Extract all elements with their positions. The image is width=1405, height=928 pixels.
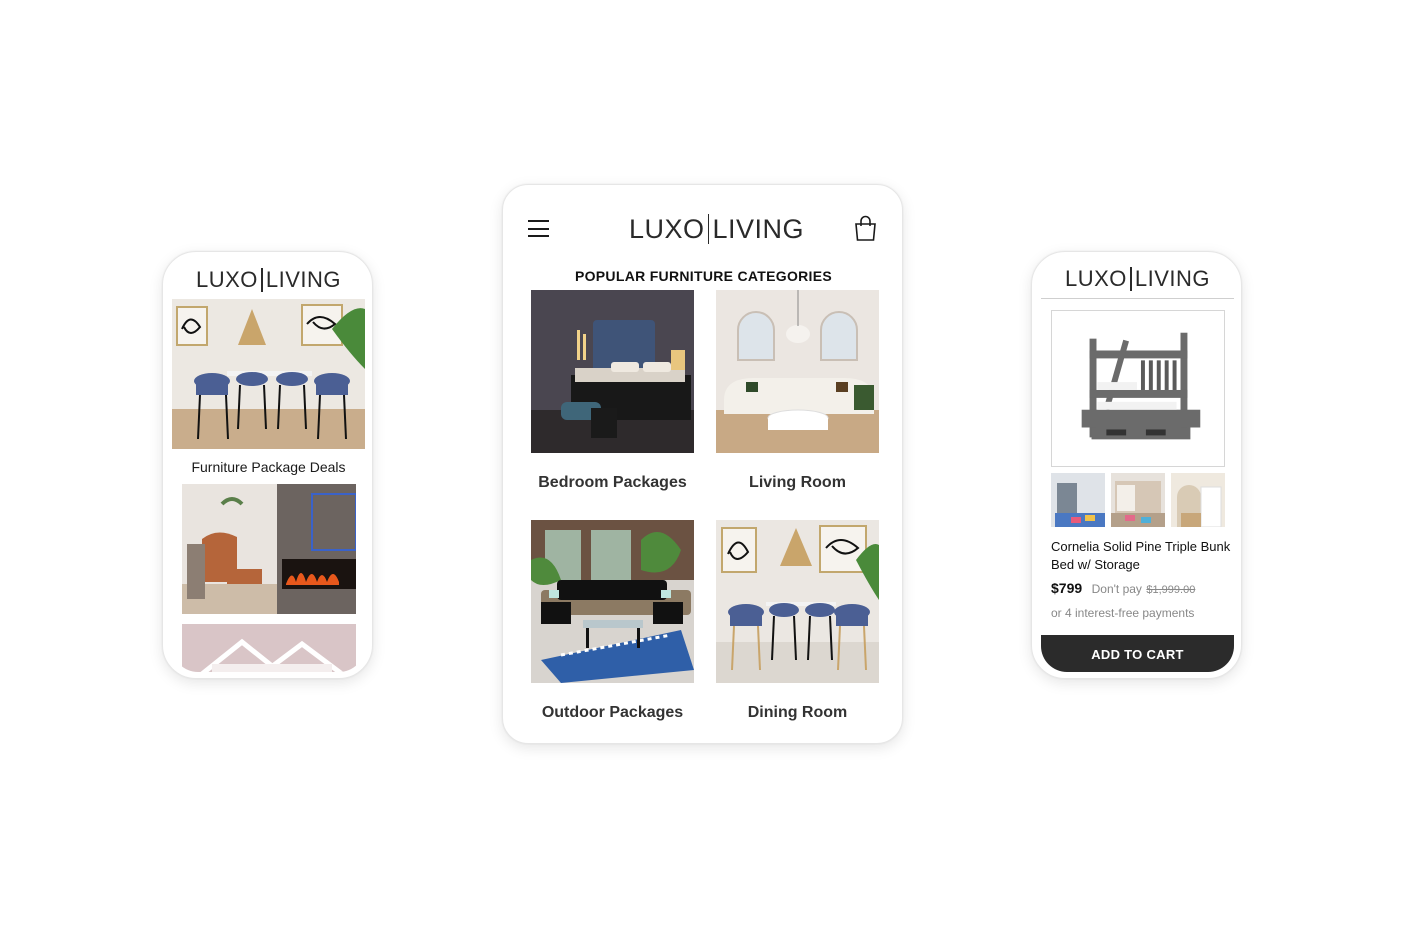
brand-logo[interactable]: LUXO LIVING xyxy=(1041,260,1234,299)
outdoor-image xyxy=(531,520,694,683)
bedroom-image xyxy=(531,290,694,453)
product-name: Cornelia Solid Pine Triple Bunk Bed w/ S… xyxy=(1051,539,1231,572)
logo-luxo-text: LUXO xyxy=(1064,266,1127,291)
dont-pay-label: Don't pay xyxy=(1091,582,1142,596)
product-price: $799 xyxy=(1051,580,1083,596)
dining-room-image[interactable] xyxy=(172,299,365,449)
living-room-image xyxy=(716,290,879,453)
category-label: Bedroom Packages xyxy=(538,474,687,491)
bunk-bed-thumb-2[interactable] xyxy=(1111,473,1165,527)
logo-divider xyxy=(707,214,710,244)
package-deals-title: Furniture Package Deals xyxy=(191,459,346,475)
original-price: $1,999.00 xyxy=(1146,584,1196,596)
left-phone-mockup: LUXO LIVING Furniture Package Deals xyxy=(162,251,373,679)
categories-heading: POPULAR FURNITURE CATEGORIES xyxy=(574,268,833,284)
logo-living-text: LIVING xyxy=(1134,266,1211,291)
brand-logo[interactable]: LUXO LIVING xyxy=(172,260,365,299)
category-card-outdoor[interactable]: Outdoor Packages xyxy=(531,520,694,722)
bunk-bed-thumb-1[interactable] xyxy=(1051,473,1105,527)
shopping-bag-icon[interactable] xyxy=(854,215,877,241)
brand-logo[interactable]: LUXO LIVING xyxy=(629,210,804,248)
logo-luxo-text: LUXO xyxy=(195,266,258,292)
category-label: Dining Room xyxy=(747,704,848,721)
product-main-image[interactable] xyxy=(1051,310,1225,467)
hamburger-menu-icon[interactable] xyxy=(528,220,549,237)
category-card-bedroom[interactable]: Bedroom Packages xyxy=(531,290,694,492)
logo-living-text: LIVING xyxy=(712,213,804,244)
add-to-cart-button[interactable]: ADD TO CART xyxy=(1041,635,1234,672)
installments-text: or 4 interest-free payments xyxy=(1051,606,1195,620)
right-phone-screen: LUXO LIVING Cornelia Solid Pine Triple B… xyxy=(1041,260,1234,672)
tablet-screen: LUXOLIVING POPULAR FURNITURE CATEGORIES xyxy=(514,196,893,734)
living-room-fireplace-image[interactable] xyxy=(182,484,356,614)
bunk-bed-thumb-3[interactable] xyxy=(1171,473,1225,527)
logo-living-text: LIVING xyxy=(265,266,342,292)
category-card-dining-room[interactable]: Dining Room xyxy=(716,520,879,722)
left-phone-screen: LUXO LIVING Furniture Package Deals xyxy=(172,260,365,672)
category-card-living-room[interactable]: Living Room xyxy=(716,290,879,492)
price-row: $799 Don't pay $1,999.00 xyxy=(1051,580,1231,598)
logo-divider xyxy=(260,267,263,292)
kids-bedroom-image[interactable] xyxy=(182,624,356,672)
dining-room-image xyxy=(716,520,879,683)
category-label: Outdoor Packages xyxy=(541,704,684,721)
tablet-mockup: LUXOLIVING POPULAR FURNITURE CATEGORIES xyxy=(502,184,903,744)
logo-divider xyxy=(1129,267,1132,291)
category-label: Living Room xyxy=(749,474,846,491)
right-phone-mockup: LUXO LIVING Cornelia Solid Pine Triple B… xyxy=(1031,251,1242,679)
logo-luxo-text: LUXO xyxy=(629,213,705,244)
